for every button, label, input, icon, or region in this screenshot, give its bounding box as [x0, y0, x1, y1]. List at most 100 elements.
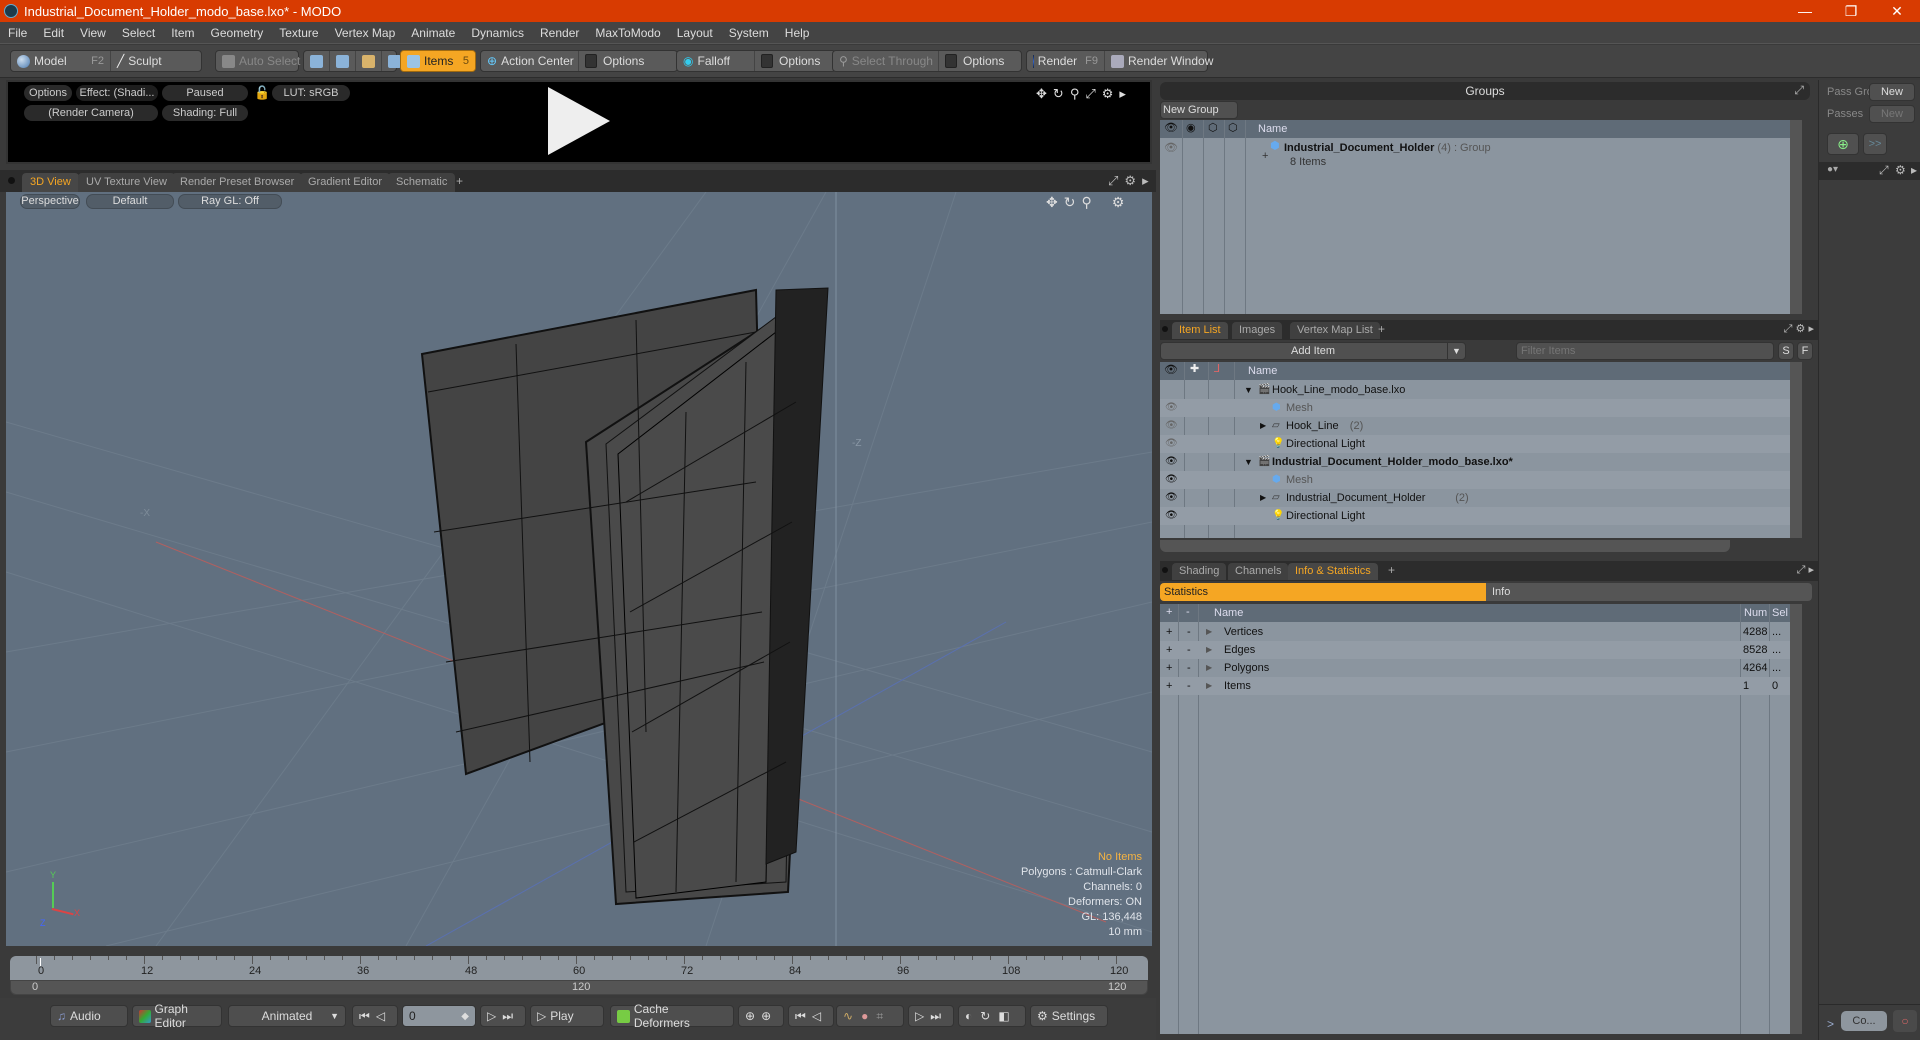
preview-options-button[interactable]: Options [24, 85, 72, 101]
expand-arrow-icon[interactable]: ▶ [1206, 623, 1212, 641]
info-subtab[interactable]: Info [1486, 583, 1812, 601]
skip-start-icon[interactable]: ⏮ [359, 1009, 370, 1024]
list-item[interactable]: 👁 ▶ ▱ Hook_Line (2) [1160, 417, 1802, 435]
expand-arrow-icon[interactable]: ▶ [1260, 417, 1266, 435]
gear-icon[interactable]: ⚙ [1112, 194, 1125, 211]
itemlist-h-scrollbar[interactable] [1160, 540, 1730, 552]
record-icon[interactable]: ● [861, 1009, 868, 1023]
list-item[interactable]: 👁 ▼ 🎬 Industrial_Document_Holder_modo_base.… [1160, 453, 1802, 471]
gear-icon[interactable]: ⚙ [1102, 86, 1114, 102]
add-tab-button[interactable]: + [1378, 322, 1385, 336]
new-group-button[interactable]: New Group [1160, 101, 1238, 119]
maximize-icon[interactable]: ⤢ [1085, 86, 1095, 102]
rotate-icon[interactable]: ↻ [1053, 86, 1064, 102]
tab-channels[interactable]: Channels [1228, 563, 1289, 580]
menu-edit[interactable]: Edit [35, 26, 72, 40]
key-tool1-icon[interactable]: ◐ [965, 1009, 972, 1023]
tab-shading[interactable]: Shading [1172, 563, 1227, 580]
tab-render-preset-browser[interactable]: Render Preset Browser [172, 173, 303, 192]
arrow-right-icon[interactable]: ▸ [1142, 173, 1149, 189]
menu-texture[interactable]: Texture [271, 26, 326, 40]
3d-viewport[interactable]: Perspective Default Ray GL: Off ✥ ↻ ⚲ ⚙ … [6, 192, 1152, 946]
eye-icon[interactable]: 👁 [1165, 453, 1178, 471]
visibility-col-icon[interactable]: 👁 [1164, 121, 1178, 134]
tab-3d-view[interactable]: 3D View [22, 173, 79, 192]
select-col-icon[interactable]: ⬡ [1228, 121, 1238, 134]
zoom-icon[interactable]: ⚲ [1070, 86, 1080, 102]
lock-col-icon[interactable]: ✚ [1190, 362, 1199, 375]
lut-dropdown[interactable]: LUT: sRGB [272, 85, 350, 101]
vertices-mode-button[interactable] [304, 51, 330, 71]
step-forward-icon[interactable]: ▷ [487, 1009, 496, 1023]
edges-mode-button[interactable] [330, 51, 356, 71]
menu-animate[interactable]: Animate [403, 26, 463, 40]
next-icon[interactable]: ▷ [915, 1009, 924, 1023]
expand-arrow-icon[interactable]: ▶ [1206, 659, 1212, 677]
collapse-button[interactable]: - [1187, 659, 1191, 677]
new-pass-group-button[interactable]: New [1869, 83, 1915, 101]
camera-dropdown[interactable]: (Render Camera) [24, 105, 158, 121]
key-down-icon[interactable]: ⊕ [761, 1009, 771, 1023]
settings-button[interactable]: ⚙ Settings [1030, 1005, 1108, 1027]
menu-view[interactable]: View [72, 26, 114, 40]
locator-col-icon[interactable]: ⅃ [1214, 362, 1220, 375]
key-up-icon[interactable]: ⊕ [745, 1009, 755, 1023]
record-macro-icon[interactable]: ○ [1893, 1010, 1917, 1032]
key-tool3-icon[interactable]: ◧ [998, 1009, 1009, 1023]
key-filter-icon[interactable]: ⌗ [876, 1009, 883, 1024]
gear-icon[interactable]: ⚙ [1796, 323, 1806, 335]
expand-icon[interactable]: + [1262, 147, 1268, 165]
play-button[interactable]: ▷ Play [530, 1005, 604, 1027]
stats-scrollbar[interactable] [1790, 604, 1802, 1034]
next-key-icon[interactable]: ⏭ [930, 1009, 941, 1024]
sculpt-button[interactable]: ╱ Sculpt [111, 51, 168, 71]
model-button[interactable]: Model F2 [11, 51, 111, 71]
list-item[interactable]: ▼ 🎬 Hook_Line_modo_base.lxo [1160, 381, 1802, 399]
menu-select[interactable]: Select [114, 26, 163, 40]
menu-maxtomodo[interactable]: MaxToModo [587, 26, 668, 40]
key-tool2-icon[interactable]: ↻ [980, 1009, 990, 1023]
gear-icon[interactable]: ⚙ [1124, 173, 1136, 189]
step-back-icon[interactable]: ◁ [376, 1009, 385, 1023]
eye-icon[interactable]: 👁 [1165, 435, 1178, 453]
stat-row[interactable]: + - ▶ Polygons 4264... [1160, 659, 1802, 677]
close-button[interactable]: ✕ [1874, 3, 1920, 20]
menu-dynamics[interactable]: Dynamics [463, 26, 532, 40]
eye-icon[interactable]: 👁 [1165, 507, 1178, 525]
eye-icon[interactable]: 👁 [1164, 139, 1178, 157]
stat-row[interactable]: + - ▶ Edges 8528... [1160, 641, 1802, 659]
polygons-mode-button[interactable] [356, 51, 382, 71]
add-tab-button[interactable]: + [1388, 563, 1395, 577]
render-col-icon[interactable]: ◉ [1186, 121, 1196, 134]
command-input[interactable]: Co... [1841, 1011, 1887, 1031]
maximize-icon[interactable]: ⤢ [1797, 564, 1806, 576]
new-pass-button[interactable]: New [1869, 105, 1915, 123]
eye-icon[interactable]: 👁 [1165, 399, 1178, 417]
render-button[interactable]: Render F9 [1027, 51, 1105, 71]
audio-button[interactable]: ♫ Audio [50, 1005, 128, 1027]
menu-file[interactable]: File [0, 26, 35, 40]
arrow-right-icon[interactable]: ▸ [1911, 163, 1917, 177]
collapse-button[interactable]: - [1187, 623, 1191, 641]
menu-render[interactable]: Render [532, 26, 587, 40]
tab-info-statistics[interactable]: Info & Statistics [1288, 563, 1378, 580]
play-preview-icon[interactable] [548, 87, 610, 155]
auto-select-button[interactable]: Auto Select [216, 51, 306, 71]
f-toggle[interactable]: F [1797, 342, 1813, 360]
tab-images[interactable]: Images [1232, 322, 1283, 339]
chevron-down-icon[interactable]: ▼ [1447, 343, 1465, 359]
lock-col-icon[interactable]: ⬡ [1208, 121, 1218, 134]
more-button[interactable]: >> [1863, 133, 1887, 155]
arrow-right-icon[interactable]: ▸ [1808, 564, 1814, 576]
timeline[interactable]: 0 12 24 36 48 60 72 84 96 108 120 0 120 … [6, 952, 1152, 996]
skip-end-icon[interactable]: ⏭ [502, 1009, 513, 1024]
stat-row[interactable]: + - ▶ Vertices 4288... [1160, 623, 1802, 641]
groups-scrollbar[interactable] [1790, 120, 1802, 314]
auto-key-icon[interactable]: ∿ [843, 1009, 853, 1023]
maximize-icon[interactable]: ⤢ [1794, 83, 1804, 98]
rotate-icon[interactable]: ↻ [1064, 194, 1076, 211]
select-through-button[interactable]: ⚲ Select Through [833, 51, 939, 71]
perspective-dropdown[interactable]: Perspective [20, 194, 80, 209]
animated-dropdown[interactable]: Animated ▼ [228, 1005, 346, 1027]
items-mode-button[interactable]: Items 5 [401, 51, 475, 71]
